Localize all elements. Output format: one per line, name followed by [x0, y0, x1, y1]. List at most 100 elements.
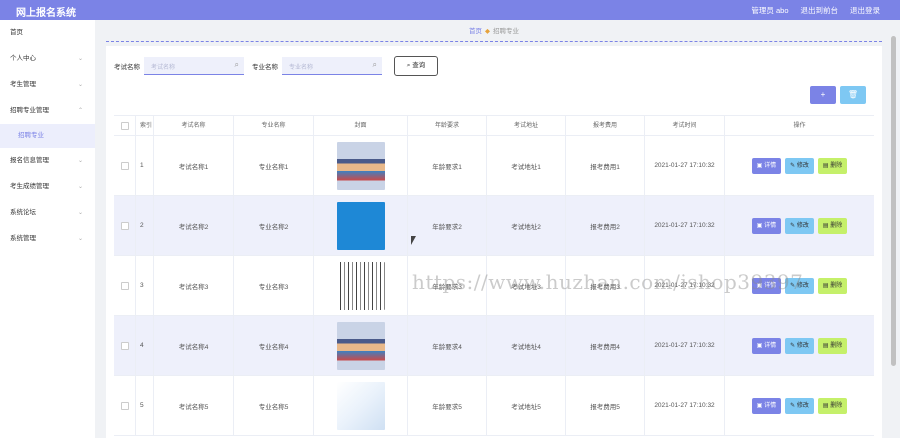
- select-all-checkbox[interactable]: [114, 116, 136, 135]
- delete-button[interactable]: ▤ 删除: [817, 337, 848, 354]
- search-icon: ⌕: [234, 60, 239, 69]
- header-cover: 封面: [314, 116, 408, 135]
- sidebar-item-forum[interactable]: 系统论坛 ⌄: [0, 200, 95, 226]
- row-age: 年龄要求1: [408, 136, 487, 195]
- exam-name-label: 考试名称: [114, 64, 140, 71]
- row-address: 考试地址5: [487, 376, 566, 435]
- sidebar-item-scores[interactable]: 考生成绩管理 ⌄: [0, 174, 95, 200]
- row-checkbox[interactable]: [114, 196, 136, 255]
- header-time: 考试时间: [645, 116, 725, 135]
- batch-delete-button[interactable]: 🗑: [840, 86, 866, 104]
- logout-link[interactable]: 退出登录: [850, 5, 880, 16]
- chevron-down-icon: ⌄: [77, 56, 83, 62]
- sidebar: 首页 个人中心 ⌄ 考生管理 ⌄ 招聘专业管理 ⌃ 招聘专业 报名信息管理 ⌄ 考生成绩…: [0, 20, 95, 438]
- row-exam: 考试名称1: [154, 136, 234, 195]
- cover-image[interactable]: [336, 381, 385, 430]
- row-index: 2: [136, 196, 154, 255]
- table-row: 2 考试名称2 专业名称2 年龄要求2 考试地址2 报考费用2 2021-01-…: [114, 196, 874, 256]
- header-age: 年龄要求: [408, 116, 487, 135]
- watermark: https://www.huzhan.com/ishop39397: [412, 270, 804, 294]
- top-bar: 网上报名系统 管理员 abo 退出到前台 退出登录: [0, 0, 900, 20]
- sidebar-item-home[interactable]: 首页: [0, 20, 95, 46]
- breadcrumb-home[interactable]: 首页: [469, 28, 482, 35]
- edit-button[interactable]: ✎ 修改: [785, 217, 814, 234]
- row-cover: [314, 196, 408, 255]
- delete-button[interactable]: ▤ 删除: [817, 217, 848, 234]
- top-actions: 管理员 abo 退出到前台 退出登录: [751, 5, 880, 16]
- cover-image[interactable]: [336, 201, 385, 250]
- edit-button[interactable]: ✎ 修改: [785, 157, 814, 174]
- detail-button[interactable]: ▣ 详情: [751, 217, 782, 234]
- row-major: 专业名称2: [234, 196, 314, 255]
- search-bar: 考试名称 考试名称 ⌕ 专业名称 专业名称 ⌕ ⌕ 查询: [114, 56, 438, 76]
- edit-button[interactable]: ✎ 修改: [785, 337, 814, 354]
- sidebar-item-majors[interactable]: 招聘专业管理 ⌃: [0, 98, 95, 124]
- table-header: 索引 考试名称 专业名称 封面 年龄要求 考试地址 报考费用 考试时间 操作: [114, 116, 874, 136]
- row-fee: 报考费用2: [566, 196, 645, 255]
- row-index: 3: [136, 256, 154, 315]
- chevron-up-icon: ⌃: [77, 108, 83, 114]
- row-checkbox[interactable]: [114, 376, 136, 435]
- back-to-front-link[interactable]: 退出到前台: [801, 5, 839, 16]
- separator-icon: ◆: [485, 28, 490, 35]
- row-fee: 报考费用5: [566, 376, 645, 435]
- row-age: 年龄要求2: [408, 196, 487, 255]
- app-title: 网上报名系统: [16, 8, 76, 19]
- plus-icon: +: [820, 90, 826, 99]
- content-panel: 考试名称 考试名称 ⌕ 专业名称 专业名称 ⌕ ⌕ 查询 + 🗑 索引 考试名称…: [106, 46, 882, 438]
- detail-button[interactable]: ▣ 详情: [751, 157, 782, 174]
- chevron-down-icon: ⌄: [77, 82, 83, 88]
- delete-button[interactable]: ▤ 删除: [817, 277, 848, 294]
- exam-name-input[interactable]: 考试名称 ⌕: [144, 57, 244, 75]
- header-actions: 操作: [793, 122, 806, 129]
- edit-icon: ✎: [790, 222, 797, 229]
- row-index: 5: [136, 376, 154, 435]
- row-major: 专业名称5: [234, 376, 314, 435]
- delete-button[interactable]: ▤ 删除: [817, 157, 848, 174]
- header-major: 专业名称: [234, 116, 314, 135]
- add-button[interactable]: +: [810, 86, 836, 104]
- table-row: 5 考试名称5 专业名称5 年龄要求5 考试地址5 报考费用5 2021-01-…: [114, 376, 874, 436]
- delete-button[interactable]: ▤ 删除: [817, 397, 848, 414]
- major-name-input[interactable]: 专业名称 ⌕: [282, 57, 382, 75]
- mouse-cursor-icon: [411, 236, 416, 245]
- edit-button[interactable]: ✎ 修改: [785, 397, 814, 414]
- row-cover: [314, 376, 408, 435]
- row-actions: ▣ 详情 ✎ 修改 ▤ 删除: [725, 136, 874, 195]
- row-actions: ▣ 详情 ✎ 修改 ▤ 删除: [725, 316, 874, 375]
- chevron-down-icon: ⌄: [77, 210, 83, 216]
- header-index: 索引: [136, 116, 154, 135]
- cover-image[interactable]: [336, 261, 385, 310]
- sidebar-item-registration[interactable]: 报名信息管理 ⌄: [0, 148, 95, 174]
- edit-icon: ✎: [790, 402, 797, 409]
- row-time: 2021-01-27 17:10:32: [645, 196, 725, 255]
- row-fee: 报考费用1: [566, 136, 645, 195]
- sidebar-item-candidates[interactable]: 考生管理 ⌄: [0, 72, 95, 98]
- sidebar-subitem-majors[interactable]: 招聘专业: [0, 124, 95, 148]
- detail-button[interactable]: ▣ 详情: [751, 337, 782, 354]
- row-checkbox[interactable]: [114, 256, 136, 315]
- row-checkbox[interactable]: [114, 316, 136, 375]
- query-button[interactable]: ⌕ 查询: [394, 56, 438, 76]
- header-exam: 考试名称: [154, 116, 234, 135]
- row-cover: [314, 136, 408, 195]
- row-exam: 考试名称5: [154, 376, 234, 435]
- row-address: 考试地址4: [487, 316, 566, 375]
- row-fee: 报考费用4: [566, 316, 645, 375]
- main-area: 首页 ◆ 招聘专业 考试名称 考试名称 ⌕ 专业名称 专业名称 ⌕ ⌕ 查询 + 🗑…: [106, 20, 882, 438]
- chevron-down-icon: ⌄: [77, 158, 83, 164]
- cover-image[interactable]: [336, 141, 385, 190]
- row-major: 专业名称1: [234, 136, 314, 195]
- major-name-label: 专业名称: [252, 64, 278, 71]
- trash-icon: 🗑: [847, 90, 859, 99]
- cover-image[interactable]: [336, 321, 385, 370]
- page-scrollbar[interactable]: [891, 36, 896, 366]
- row-major: 专业名称3: [234, 256, 314, 315]
- sidebar-item-system[interactable]: 系统管理 ⌄: [0, 226, 95, 252]
- row-checkbox[interactable]: [114, 136, 136, 195]
- row-address: 考试地址2: [487, 196, 566, 255]
- chevron-down-icon: ⌄: [77, 184, 83, 190]
- header-fee: 报考费用: [566, 116, 645, 135]
- detail-button[interactable]: ▣ 详情: [751, 397, 782, 414]
- sidebar-item-profile[interactable]: 个人中心 ⌄: [0, 46, 95, 72]
